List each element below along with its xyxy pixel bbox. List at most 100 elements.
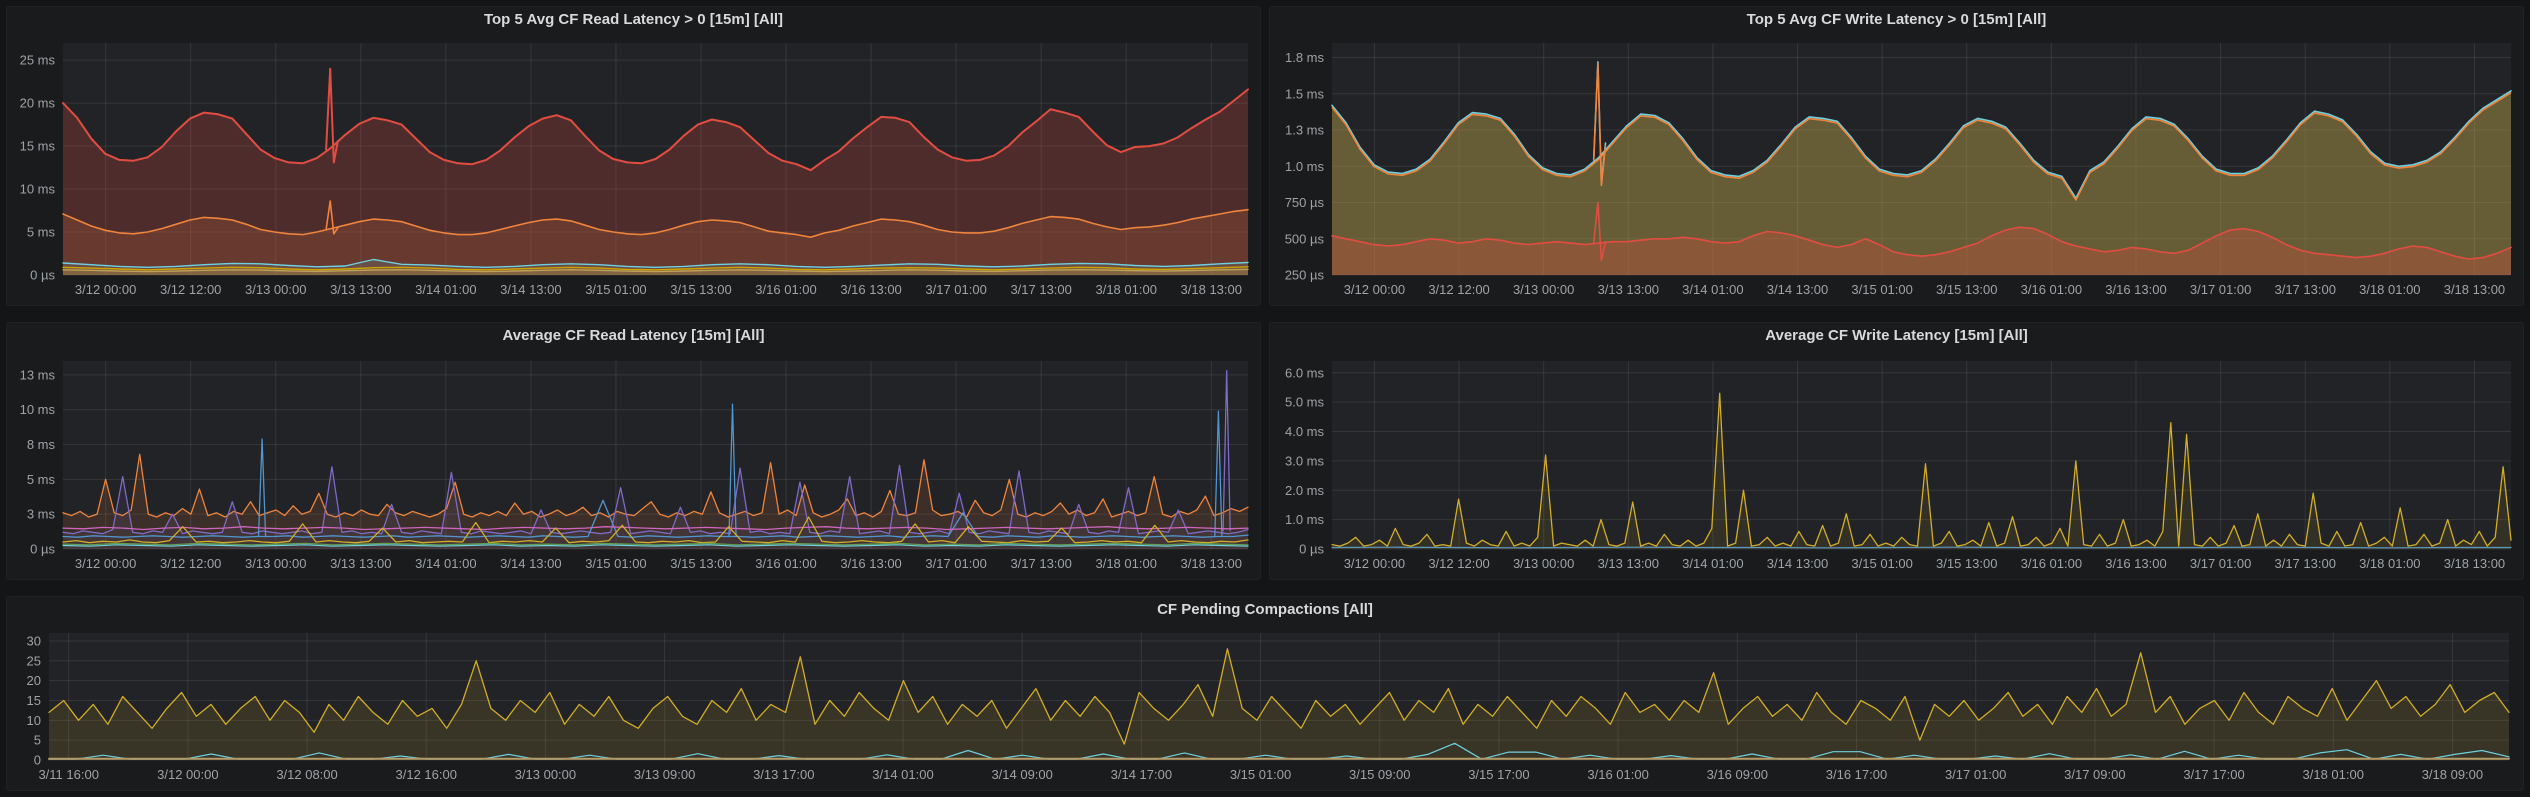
x-tick-label: 3/12 12:00 (160, 556, 221, 571)
x-tick-label: 3/16 17:00 (1826, 767, 1887, 782)
x-tick-label: 3/12 08:00 (276, 767, 337, 782)
chart-avg-write-latency[interactable]: 3/12 00:00 3/12 12:00 3/13 00:00 3/13 13:00… (1270, 349, 2523, 579)
x-tick-label: 3/14 01:00 (1682, 556, 1743, 571)
y-tick-label: 8 ms (27, 437, 56, 452)
x-tick-label: 3/12 00:00 (1344, 282, 1405, 297)
y-tick-label: 1.5 ms (1285, 86, 1325, 101)
x-tick-label: 3/18 13:00 (1181, 282, 1242, 297)
x-tick-label: 3/15 13:00 (670, 282, 731, 297)
panel-title[interactable]: CF Pending Compactions [All] (7, 597, 2523, 623)
x-tick-label: 3/15 01:00 (585, 282, 646, 297)
x-tick-label: 3/18 13:00 (2444, 282, 2505, 297)
x-tick-label: 3/17 01:00 (2190, 282, 2251, 297)
x-tick-label: 3/11 16:00 (38, 767, 98, 782)
x-tick-label: 3/15 01:00 (1851, 282, 1912, 297)
x-tick-label: 3/15 13:00 (1936, 282, 1997, 297)
y-tick-label: 0 (34, 753, 41, 768)
x-tick-label: 3/16 09:00 (1707, 767, 1768, 782)
panel-title[interactable]: Average CF Read Latency [15m] [All] (7, 323, 1260, 349)
y-tick-label: 15 ms (20, 139, 56, 154)
y-tick-label: 2.0 ms (1285, 483, 1325, 498)
panel-avg-write-latency: Average CF Write Latency [15m] [All] 3/1… (1269, 322, 2524, 580)
y-tick-label: 0 µs (1299, 542, 1324, 557)
x-tick-label: 3/17 01:00 (925, 556, 986, 571)
chart-avg-read-latency[interactable]: 3/12 00:00 3/12 12:00 3/13 00:00 3/13 13:00… (7, 349, 1260, 579)
x-tick-label: 3/17 13:00 (2274, 556, 2335, 571)
x-tick-label: 3/13 00:00 (515, 767, 576, 782)
x-tick-label: 3/12 12:00 (1428, 556, 1489, 571)
chart-pending-compactions[interactable]: 3/11 16:003/12 00:003/12 08:003/12 16:00… (7, 623, 2523, 790)
x-tick-label: 3/15 01:00 (585, 556, 646, 571)
grafana-dashboard: Top 5 Avg CF Read Latency > 0 [15m] [All… (0, 0, 2530, 797)
x-tick-label: 3/12 12:00 (160, 282, 221, 297)
y-tick-label: 4.0 ms (1285, 424, 1325, 439)
x-tick-label: 3/13 00:00 (245, 282, 306, 297)
chart-top5-write-latency[interactable]: 3/12 00:003/12 12:003/13 00:003/13 13:00… (1270, 33, 2523, 305)
y-tick-label: 25 ms (20, 53, 56, 68)
x-tick-label: 3/16 01:00 (1587, 767, 1648, 782)
panel-title[interactable]: Average CF Write Latency [15m] [All] (1270, 323, 2523, 349)
x-tick-label: 3/15 13:00 (670, 556, 731, 571)
x-tick-label: 3/18 01:00 (1095, 282, 1156, 297)
x-tick-label: 3/17 01:00 (1945, 767, 2006, 782)
panel-avg-read-latency: Average CF Read Latency [15m] [All] 3/12… (6, 322, 1261, 580)
x-tick-label: 3/12 12:00 (1428, 282, 1489, 297)
x-tick-label: 3/13 00:00 (1513, 282, 1574, 297)
y-tick-label: 0 µs (30, 542, 55, 557)
panel-title[interactable]: Top 5 Avg CF Write Latency > 0 [15m] [Al… (1270, 7, 2523, 33)
x-tick-label: 3/17 09:00 (2064, 767, 2125, 782)
x-tick-label: 3/15 01:00 (1851, 556, 1912, 571)
x-tick-label: 3/12 00:00 (1344, 556, 1405, 571)
x-tick-label: 3/15 17:00 (1468, 767, 1529, 782)
x-tick-label: 3/15 09:00 (1349, 767, 1410, 782)
x-tick-label: 3/17 01:00 (925, 282, 986, 297)
x-tick-label: 3/16 01:00 (755, 282, 816, 297)
x-tick-label: 3/13 13:00 (330, 556, 391, 571)
x-tick-label: 3/13 13:00 (330, 282, 391, 297)
chart-top5-read-latency[interactable]: 3/12 00:00 3/12 12:00 3/13 00:00 3/13 13:00… (7, 33, 1260, 305)
y-tick-label: 30 (27, 633, 41, 648)
x-tick-label: 3/16 13:00 (840, 282, 901, 297)
x-tick-label: 3/14 01:00 (415, 556, 476, 571)
x-tick-label: 3/12 16:00 (396, 767, 457, 782)
x-tick-label: 3/15 01:00 (1230, 767, 1291, 782)
x-tick-label: 3/14 13:00 (1767, 556, 1828, 571)
x-tick-label: 3/13 00:00 (1513, 556, 1574, 571)
x-tick-label: 3/14 01:00 (872, 767, 933, 782)
x-tick-label: 3/18 01:00 (2359, 556, 2420, 571)
x-tick-label: 3/18 13:00 (2444, 556, 2505, 571)
y-tick-label: 1.8 ms (1285, 50, 1325, 65)
x-tick-label: 3/14 13:00 (500, 556, 561, 571)
y-tick-label: 10 ms (20, 182, 56, 197)
panel-top5-write-latency: Top 5 Avg CF Write Latency > 0 [15m] [Al… (1269, 6, 2524, 306)
panel-title[interactable]: Top 5 Avg CF Read Latency > 0 [15m] [All… (7, 7, 1260, 33)
y-tick-label: 500 µs (1285, 231, 1325, 246)
y-tick-label: 0 µs (30, 268, 55, 283)
x-tick-label: 3/16 13:00 (2105, 556, 2166, 571)
y-tick-label: 10 (27, 713, 41, 728)
x-tick-label: 3/15 13:00 (1936, 556, 1997, 571)
y-tick-label: 5.0 ms (1285, 395, 1325, 410)
x-tick-label: 3/13 00:00 (245, 556, 306, 571)
x-tick-label: 3/18 01:00 (2303, 767, 2364, 782)
x-tick-label: 3/17 13:00 (2274, 282, 2335, 297)
x-tick-label: 3/14 09:00 (991, 767, 1052, 782)
y-tick-label: 3 ms (27, 507, 56, 522)
x-tick-label: 3/13 17:00 (753, 767, 814, 782)
x-tick-label: 3/18 01:00 (1095, 556, 1156, 571)
x-tick-label: 3/13 13:00 (1598, 556, 1659, 571)
y-tick-label: 13 ms (20, 367, 56, 382)
x-tick-label: 3/14 17:00 (1111, 767, 1172, 782)
x-tick-label: 3/12 00:00 (75, 556, 136, 571)
x-tick-label: 3/16 13:00 (2105, 282, 2166, 297)
y-tick-label: 6.0 ms (1285, 365, 1325, 380)
x-tick-label: 3/17 13:00 (1010, 556, 1071, 571)
x-tick-label: 3/12 00:00 (75, 282, 136, 297)
x-tick-label: 3/18 13:00 (1181, 556, 1242, 571)
y-tick-label: 1.0 ms (1285, 159, 1325, 174)
y-tick-label: 250 µs (1285, 268, 1325, 283)
y-tick-label: 5 ms (27, 225, 56, 240)
y-tick-label: 5 ms (27, 472, 56, 487)
y-tick-label: 3.0 ms (1285, 453, 1325, 468)
y-tick-label: 10 ms (20, 402, 56, 417)
